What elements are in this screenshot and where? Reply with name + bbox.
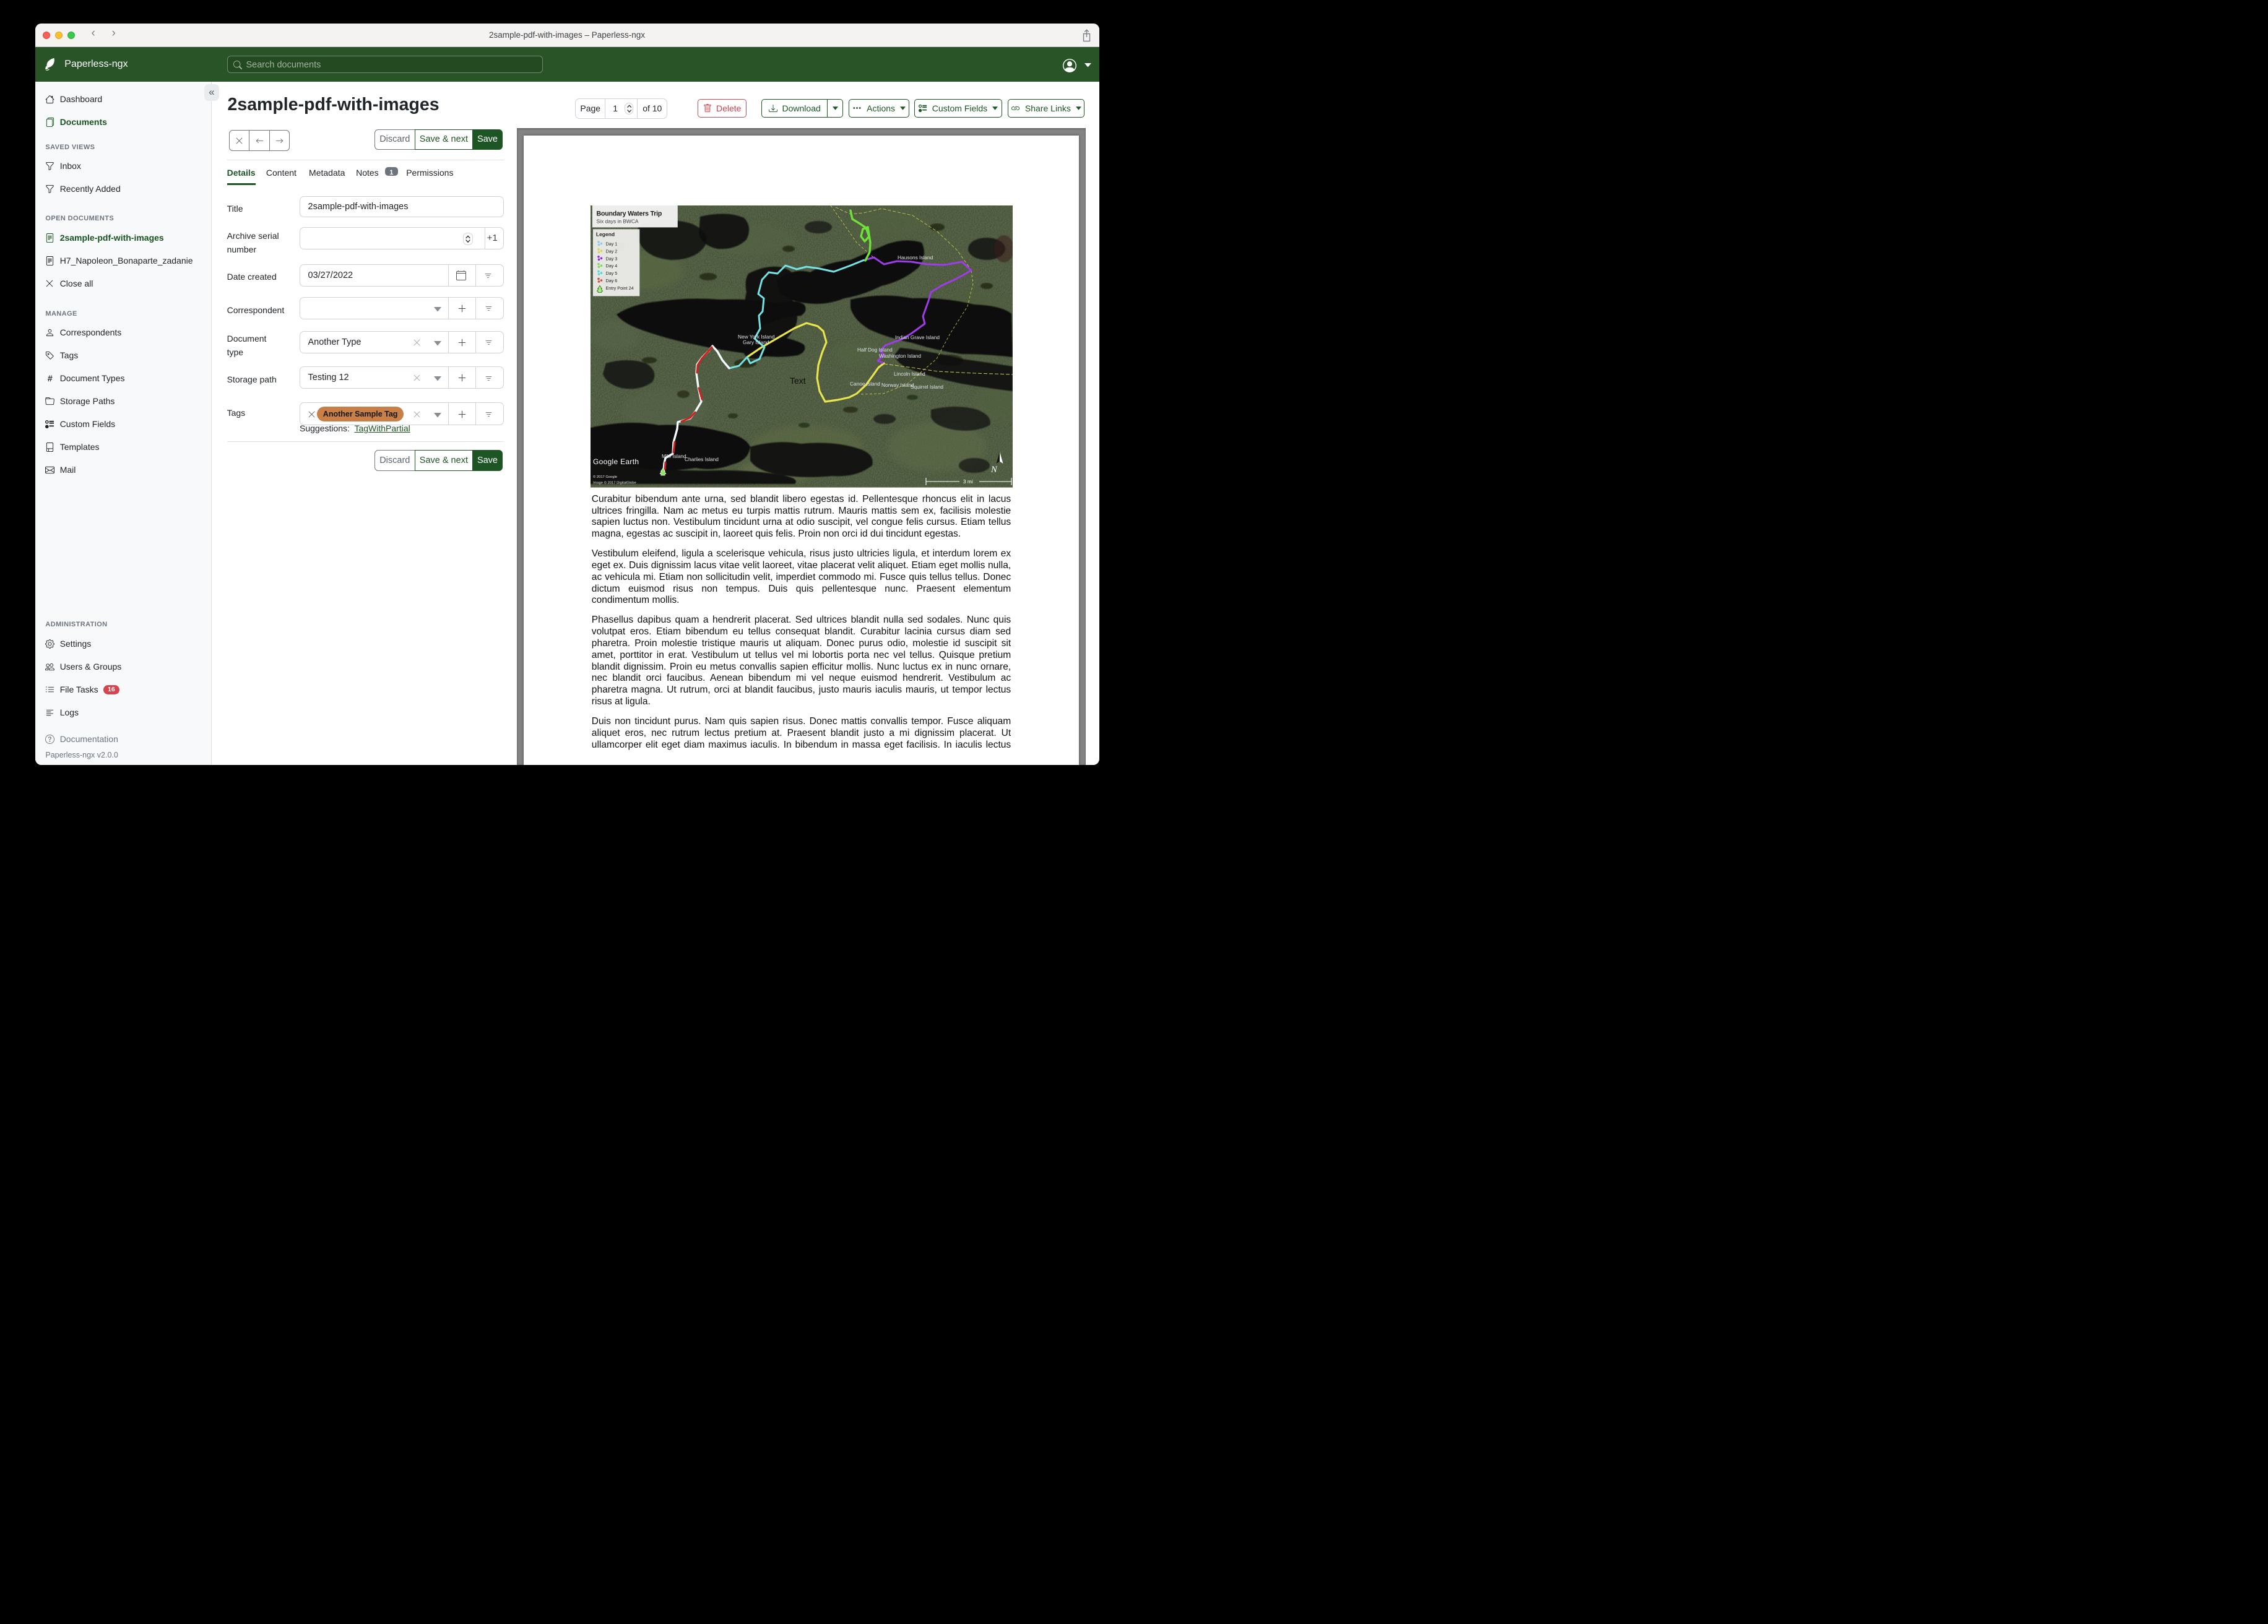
svg-text:Six days in BWCA: Six days in BWCA bbox=[597, 218, 639, 225]
svg-text:Half Dog Island: Half Dog Island bbox=[857, 347, 893, 353]
svg-text:Day 6: Day 6 bbox=[606, 278, 618, 283]
svg-text:Squirrel Island: Squirrel Island bbox=[911, 384, 943, 390]
svg-text:Canoe Island: Canoe Island bbox=[850, 381, 880, 387]
svg-text:N: N bbox=[990, 465, 998, 475]
svg-text:Boundary Waters Trip: Boundary Waters Trip bbox=[597, 210, 662, 218]
svg-text:Norway Island: Norway Island bbox=[881, 382, 914, 388]
svg-text:Lincoln Island: Lincoln Island bbox=[894, 371, 925, 377]
svg-text:© 2017 Google: © 2017 Google bbox=[593, 475, 617, 479]
svg-text:Image © 2017 DigitalGlobe: Image © 2017 DigitalGlobe bbox=[593, 481, 636, 485]
svg-text:Day 1: Day 1 bbox=[606, 241, 618, 247]
svg-text:Day 3: Day 3 bbox=[606, 256, 618, 262]
svg-text:Day 4: Day 4 bbox=[606, 263, 618, 269]
svg-text:Charlies Island: Charlies Island bbox=[685, 456, 719, 462]
svg-text:Washington Island: Washington Island bbox=[879, 353, 921, 359]
svg-text:3 mi: 3 mi bbox=[963, 478, 973, 485]
svg-text:Indian Grave Island: Indian Grave Island bbox=[895, 334, 940, 340]
svg-text:Google Earth: Google Earth bbox=[593, 457, 639, 466]
svg-text:Mile Island: Mile Island bbox=[662, 453, 686, 459]
svg-text:Text: Text bbox=[790, 376, 806, 386]
svg-text:Legend: Legend bbox=[596, 231, 615, 238]
svg-text:Day 2: Day 2 bbox=[606, 249, 618, 254]
svg-text:Day 5: Day 5 bbox=[606, 270, 618, 276]
svg-text:Entry Point 24: Entry Point 24 bbox=[606, 285, 634, 291]
svg-text:Gary Island: Gary Island bbox=[743, 339, 769, 345]
svg-text:Hausons Island: Hausons Island bbox=[898, 254, 933, 261]
